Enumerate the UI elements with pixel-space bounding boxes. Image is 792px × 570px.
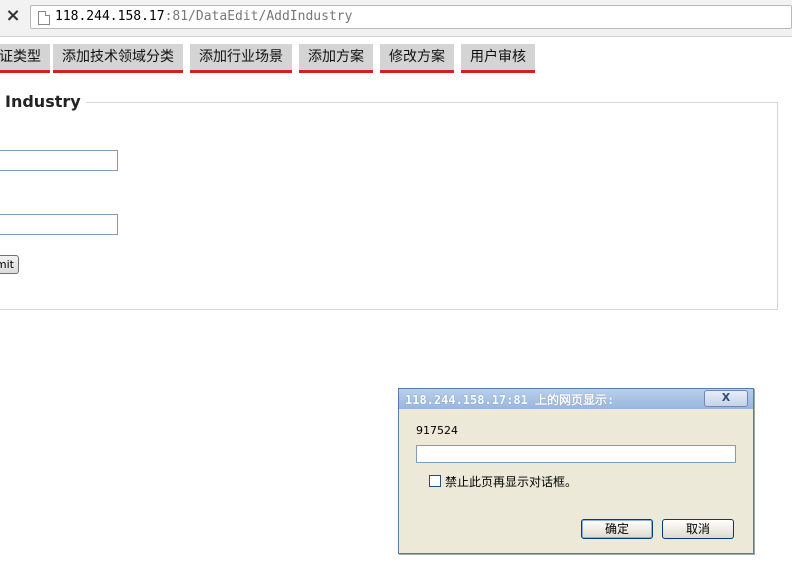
- url-host: 118.244.158.17: [55, 9, 165, 24]
- dialog-title: 118.244.158.17:81 上的网页显示:: [405, 393, 615, 407]
- suppress-dialog-label[interactable]: 禁止此页再显示对话框。: [445, 473, 577, 490]
- industry-input-2[interactable]: [0, 214, 118, 235]
- submit-button[interactable]: mit: [0, 255, 19, 274]
- dialog-close-button[interactable]: X: [704, 390, 748, 407]
- cancel-button[interactable]: 取消: [662, 519, 734, 539]
- url-path: :81/DataEdit/AddIndustry: [164, 9, 353, 24]
- tab-cert-type[interactable]: 证类型: [0, 44, 50, 73]
- tab-add-tech-field[interactable]: 添加技术领域分类: [53, 44, 183, 73]
- alert-dialog: 118.244.158.17:81 上的网页显示: X 917524 禁止此页再…: [398, 388, 754, 554]
- fieldset-legend: Industry: [0, 92, 86, 111]
- suppress-dialog-checkbox[interactable]: [429, 475, 441, 487]
- industry-fieldset: [0, 102, 778, 310]
- tab-add-solution[interactable]: 添加方案: [299, 44, 373, 73]
- industry-input-1[interactable]: [0, 150, 118, 171]
- dialog-titlebar[interactable]: 118.244.158.17:81 上的网页显示: X: [399, 389, 753, 409]
- tab-edit-solution[interactable]: 修改方案: [380, 44, 454, 73]
- dialog-message: 917524: [416, 424, 458, 437]
- page-icon: [38, 11, 50, 25]
- browser-toolbar: × 118.244.158.17:81/DataEdit/AddIndustry: [0, 0, 792, 37]
- address-bar[interactable]: 118.244.158.17:81/DataEdit/AddIndustry: [30, 5, 792, 29]
- tab-add-industry-scene[interactable]: 添加行业场景: [190, 44, 292, 73]
- tab-user-review[interactable]: 用户审核: [461, 44, 535, 73]
- url-text: 118.244.158.17:81/DataEdit/AddIndustry: [55, 9, 352, 24]
- ok-button[interactable]: 确定: [581, 519, 653, 539]
- dialog-input[interactable]: [416, 445, 736, 463]
- close-icon[interactable]: ×: [4, 6, 22, 26]
